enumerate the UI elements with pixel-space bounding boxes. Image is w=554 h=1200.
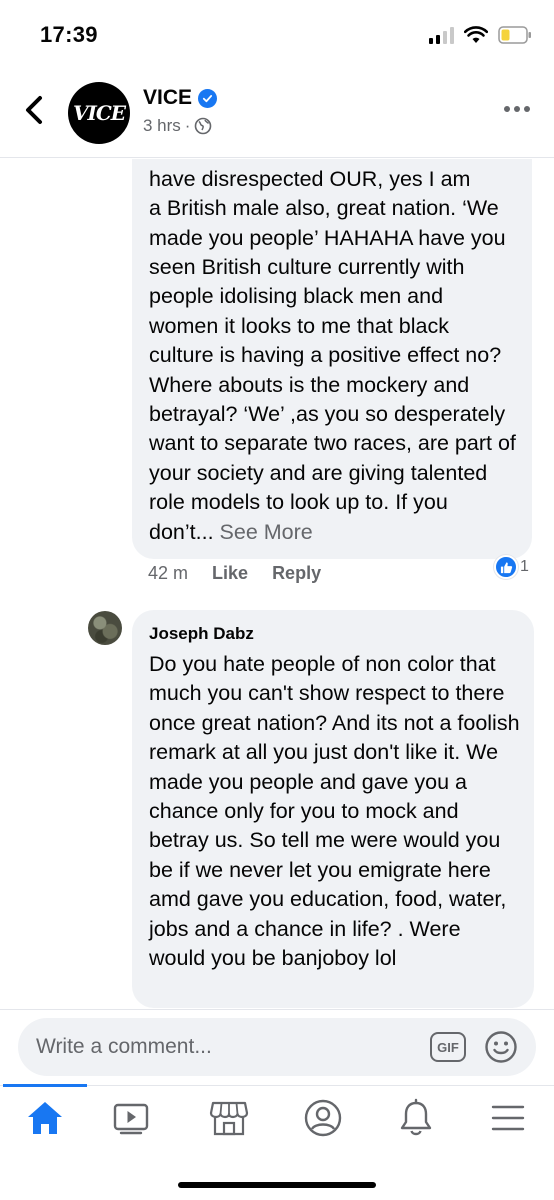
comment-body: a British male also, great nation. ‘We m… — [149, 196, 516, 544]
bottom-tab-bar — [0, 1084, 554, 1200]
comment-body: Do you hate people of non color that muc… — [149, 652, 520, 971]
reaction-summary[interactable]: 1 — [494, 555, 529, 579]
post-age[interactable]: 3 hrs — [143, 116, 181, 136]
notifications-icon[interactable] — [386, 1098, 446, 1138]
comment-actions: 42 m Like Reply — [148, 563, 321, 584]
meta-separator: · — [184, 116, 191, 135]
comment-bubble[interactable]: Joseph Dabz Do you hate people of non co… — [132, 610, 534, 1008]
comment-time[interactable]: 42 m — [148, 563, 188, 584]
back-arrow-icon[interactable] — [20, 90, 50, 130]
battery-icon — [498, 26, 531, 44]
marketplace-icon[interactable] — [199, 1098, 259, 1138]
like-button[interactable]: Like — [212, 563, 248, 584]
post-meta: 3 hrs · — [143, 116, 212, 136]
see-more-link[interactable]: See More — [220, 520, 313, 544]
verified-badge-icon — [198, 88, 218, 108]
status-icons — [429, 22, 532, 48]
status-time: 17:39 — [40, 22, 98, 47]
comment-input[interactable] — [36, 1033, 396, 1061]
comment-text: have disrespected OUR, yes I am a British… — [149, 165, 518, 547]
active-tab-indicator — [3, 1084, 87, 1087]
more-options-icon[interactable] — [504, 106, 530, 112]
menu-icon[interactable] — [478, 1098, 538, 1138]
gif-button[interactable]: GIF — [430, 1032, 466, 1062]
profile-icon[interactable] — [293, 1098, 353, 1138]
comments-feed[interactable]: have disrespected OUR, yes I am a British… — [0, 159, 554, 1009]
reaction-count: 1 — [520, 558, 529, 575]
composer-field[interactable]: GIF — [18, 1018, 536, 1076]
reply-button[interactable]: Reply — [272, 563, 321, 584]
commenter-name[interactable]: Joseph Dabz — [149, 624, 254, 644]
vice-logo-text: VICE — [72, 101, 126, 125]
status-bar: 17:39 — [0, 0, 554, 66]
page-name[interactable]: VICE — [143, 86, 218, 110]
post-header: VICE VICE 3 hrs · — [0, 66, 554, 158]
comment-partial-line: have disrespected OUR, yes I am — [149, 166, 471, 191]
comment-bubble[interactable]: have disrespected OUR, yes I am a British… — [132, 159, 532, 559]
emoji-icon[interactable] — [484, 1030, 518, 1064]
home-indicator[interactable] — [178, 1182, 376, 1188]
cellular-signal-icon — [429, 26, 454, 44]
globe-icon — [195, 117, 212, 135]
like-reaction-icon — [494, 555, 518, 579]
home-icon[interactable] — [15, 1098, 75, 1138]
commenter-avatar[interactable] — [88, 611, 122, 645]
page-name-label: VICE — [143, 86, 193, 109]
watch-icon[interactable] — [101, 1098, 161, 1138]
page-avatar[interactable]: VICE — [68, 82, 130, 144]
comment-composer: GIF — [0, 1009, 554, 1085]
wifi-icon — [464, 26, 488, 43]
